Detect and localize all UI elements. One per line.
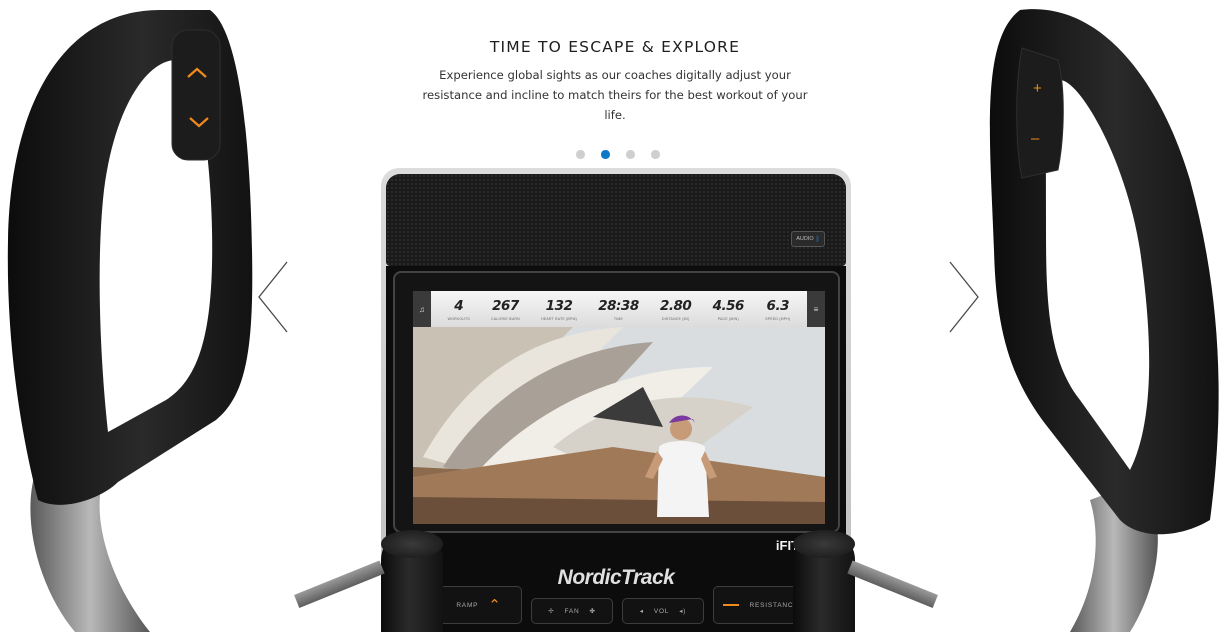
stat-item: 2.80 DISTANCE (MI) bbox=[660, 297, 692, 321]
stat-item: 4 WORKOUTS bbox=[448, 298, 470, 321]
carousel-dots bbox=[576, 150, 660, 159]
hero-title: TIME TO ESCAPE & EXPLORE bbox=[489, 38, 741, 56]
touchscreen[interactable]: ♫ 4 WORKOUTS 267 CALORIE BURN 132 HEART RAT… bbox=[413, 291, 825, 524]
chevron-right-icon[interactable] bbox=[947, 260, 981, 334]
incline-label: RAMP bbox=[456, 601, 479, 609]
stat-item: 28:38 TIME bbox=[598, 297, 639, 321]
audio-label: AUDIO bbox=[796, 236, 814, 242]
chevron-up-icon[interactable] bbox=[185, 64, 209, 80]
stat-label: CALORIE BURN bbox=[491, 316, 520, 321]
stat-label: TIME bbox=[613, 316, 624, 321]
minus-icon bbox=[723, 603, 740, 607]
minus-icon[interactable]: – bbox=[1031, 130, 1039, 147]
music-icon[interactable]: ♫ bbox=[413, 291, 431, 327]
menu-icon[interactable]: ≡ bbox=[807, 291, 825, 327]
right-upright bbox=[793, 530, 855, 632]
resistance-label: RESISTANCE bbox=[749, 601, 799, 609]
stat-value: 2.80 bbox=[660, 297, 692, 314]
fan-low-icon[interactable]: ✢ bbox=[548, 607, 554, 615]
fan-high-icon[interactable]: ✤ bbox=[590, 607, 596, 615]
workout-video bbox=[413, 327, 825, 524]
carousel-dot-4[interactable] bbox=[651, 150, 660, 159]
stat-label: DISTANCE (MI) bbox=[662, 316, 690, 321]
volume-control[interactable]: ◂ VOL ◂) bbox=[622, 598, 704, 624]
hero-description: Experience global sights as our coaches … bbox=[422, 68, 808, 122]
plus-icon[interactable]: + bbox=[1033, 80, 1042, 97]
stat-label: SPEED (MPH) bbox=[765, 316, 791, 321]
treadmill-console: AUDIO ᛒ ♫ 4 WORKOUTS 267 CALORIE BURN 132 H… bbox=[381, 168, 855, 632]
audio-button[interactable]: AUDIO ᛒ bbox=[791, 231, 825, 247]
volume-label: VOL bbox=[653, 607, 670, 615]
stat-value: 28:38 bbox=[598, 297, 639, 314]
left-upright bbox=[381, 530, 443, 632]
chevron-up-icon: ⌃ bbox=[488, 597, 502, 614]
stats-bar: ♫ 4 WORKOUTS 267 CALORIE BURN 132 HEART RAT… bbox=[413, 291, 825, 327]
volume-down-icon[interactable]: ◂ bbox=[640, 607, 644, 615]
bluetooth-icon: ᛒ bbox=[815, 235, 820, 243]
volume-up-icon[interactable]: ◂) bbox=[679, 607, 686, 615]
upright-cap bbox=[793, 530, 855, 558]
stats-list: 4 WORKOUTS 267 CALORIE BURN 132 HEART RATE … bbox=[431, 298, 807, 321]
fan-label: FAN bbox=[564, 607, 580, 615]
fan-control[interactable]: ✢ FAN ✤ bbox=[531, 598, 613, 624]
hero-text: TIME TO ESCAPE & EXPLORE Experience glob… bbox=[415, 38, 815, 125]
stat-value: 267 bbox=[492, 297, 519, 314]
incline-button[interactable]: RAMP ⌃ bbox=[436, 586, 522, 624]
stat-label: HEART RATE (BPM) bbox=[541, 316, 577, 321]
speaker-grille bbox=[386, 174, 846, 266]
chevron-left-icon[interactable] bbox=[256, 260, 290, 334]
carousel-dot-1[interactable] bbox=[576, 150, 585, 159]
stat-label: PACE (MIN) bbox=[717, 316, 739, 321]
stat-item: 267 CALORIE BURN bbox=[491, 298, 520, 321]
stat-label: WORKOUTS bbox=[447, 316, 470, 321]
frame-bar-right bbox=[847, 560, 938, 608]
stat-item: 6.3 SPEED (MPH) bbox=[765, 298, 790, 321]
carousel-dot-2[interactable] bbox=[601, 150, 610, 159]
chevron-down-icon[interactable] bbox=[187, 114, 211, 130]
left-handle bbox=[7, 10, 253, 632]
stat-value: 132 bbox=[545, 297, 573, 314]
stat-value: 4 bbox=[454, 297, 464, 314]
carousel-dot-3[interactable] bbox=[626, 150, 635, 159]
stat-value: 4.56 bbox=[712, 297, 745, 314]
stat-item: 132 HEART RATE (BPM) bbox=[541, 298, 577, 321]
stat-value: 6.3 bbox=[766, 297, 790, 314]
stat-item: 4.56 PACE (MIN) bbox=[712, 297, 745, 321]
upright-cap bbox=[381, 530, 443, 558]
frame-bar-left bbox=[294, 560, 385, 608]
